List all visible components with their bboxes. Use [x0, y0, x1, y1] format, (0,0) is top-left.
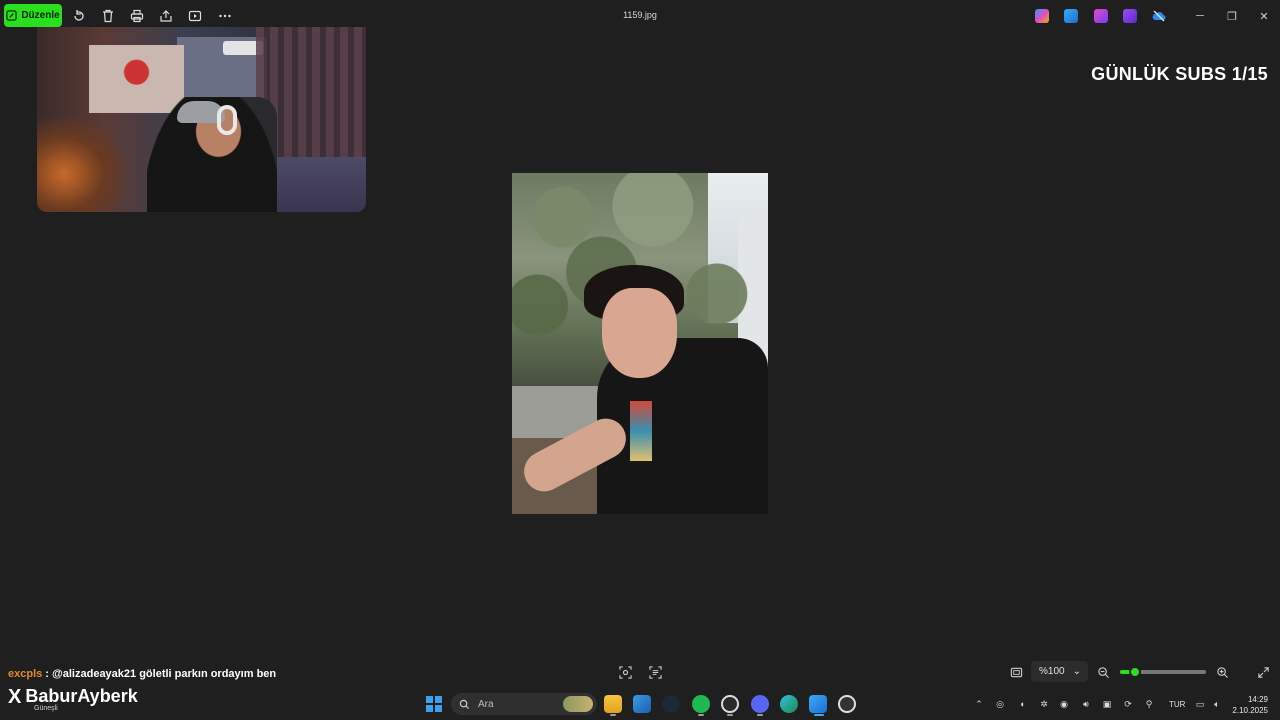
- displayed-photo: [512, 173, 768, 514]
- tray-settings-icon[interactable]: ✲: [1038, 698, 1050, 710]
- photos-icon[interactable]: [1064, 9, 1078, 23]
- zoom-value: %100: [1039, 666, 1065, 677]
- photo-shirt-graphic: [630, 401, 652, 461]
- chat-separator: :: [42, 668, 53, 680]
- running-indicator: [727, 714, 733, 716]
- maximize-button[interactable]: ❐: [1222, 7, 1242, 25]
- webcam-overlay: [37, 27, 366, 212]
- edge-icon[interactable]: [780, 695, 798, 713]
- zoom-in-icon[interactable]: [1214, 664, 1230, 680]
- clock-time: 14:29: [1247, 695, 1268, 704]
- start-button[interactable]: [426, 696, 442, 712]
- language-indicator[interactable]: TUR: [1169, 700, 1185, 709]
- tray-app-icon[interactable]: ◖: [1016, 698, 1028, 710]
- photo-face: [602, 288, 677, 378]
- tray-app-icon[interactable]: ▣: [1101, 698, 1113, 710]
- running-indicator: [757, 714, 763, 716]
- webcam-lamp-glow: [37, 117, 127, 212]
- windows-logo-icon: [426, 696, 433, 703]
- photos-gallery-icon[interactable]: [633, 695, 651, 713]
- search-icon: [459, 699, 470, 709]
- fullscreen-icon[interactable]: [1255, 664, 1271, 680]
- system-clock[interactable]: 14:29 2.10.2025: [1228, 694, 1268, 716]
- tray-steam-icon[interactable]: ◉: [1058, 698, 1070, 710]
- visual-search-icon[interactable]: [617, 664, 633, 680]
- zoom-out-icon[interactable]: [1095, 664, 1111, 680]
- file-name-title: 1159.jpg: [623, 10, 657, 20]
- sync-icon[interactable]: ⟳: [1122, 698, 1134, 710]
- search-placeholder: Ara: [478, 698, 494, 710]
- speaker-icon[interactable]: 🔈︎: [1211, 698, 1223, 710]
- obs-icon[interactable]: [721, 695, 739, 713]
- minimize-button[interactable]: ─: [1190, 7, 1210, 25]
- fit-to-window-icon[interactable]: [1008, 664, 1024, 680]
- chat-username: excpls: [8, 668, 43, 680]
- subs-counter: GÜNLÜK SUBS 1/15: [1091, 64, 1268, 84]
- close-button[interactable]: ✕: [1254, 7, 1274, 25]
- chevron-down-icon: ⌄: [1072, 666, 1081, 677]
- designer-icon[interactable]: [1094, 9, 1108, 23]
- spotify-icon[interactable]: [692, 695, 710, 713]
- discord-icon[interactable]: [751, 695, 769, 713]
- tray-app-icon[interactable]: ◎: [994, 698, 1006, 710]
- media-player-icon[interactable]: [838, 695, 856, 713]
- text-scan-icon[interactable]: [647, 664, 663, 680]
- chevron-up-icon[interactable]: ⌃: [973, 698, 985, 710]
- zoom-slider[interactable]: [1120, 666, 1206, 678]
- running-indicator: [610, 714, 616, 716]
- clock-date: 2.10.2025: [1232, 706, 1268, 715]
- webcam-headset: [217, 105, 237, 135]
- copilot-icon[interactable]: [1035, 9, 1049, 23]
- zoom-dropdown[interactable]: %100 ⌄: [1031, 661, 1088, 682]
- clipchamp-icon[interactable]: [1123, 9, 1137, 23]
- active-indicator: [814, 714, 824, 716]
- steam-icon[interactable]: [662, 695, 680, 713]
- taskbar-search[interactable]: Ara: [451, 693, 597, 715]
- chat-text: @alizadeayak21 göletli parkın ordayım be…: [52, 668, 277, 680]
- onedrive-icon[interactable]: [1152, 9, 1166, 23]
- tray-app-icon[interactable]: ⚲: [1143, 698, 1155, 710]
- photos-app-icon[interactable]: [809, 695, 827, 713]
- search-highlight-icon: [563, 696, 593, 712]
- chat-message: excpls : @alizadeayak21 göletli parkın o…: [8, 668, 276, 680]
- network-icon[interactable]: ▭: [1194, 698, 1206, 710]
- running-indicator: [698, 714, 704, 716]
- file-explorer-icon[interactable]: [604, 695, 622, 713]
- volume-icon[interactable]: 🔊︎: [1080, 698, 1092, 710]
